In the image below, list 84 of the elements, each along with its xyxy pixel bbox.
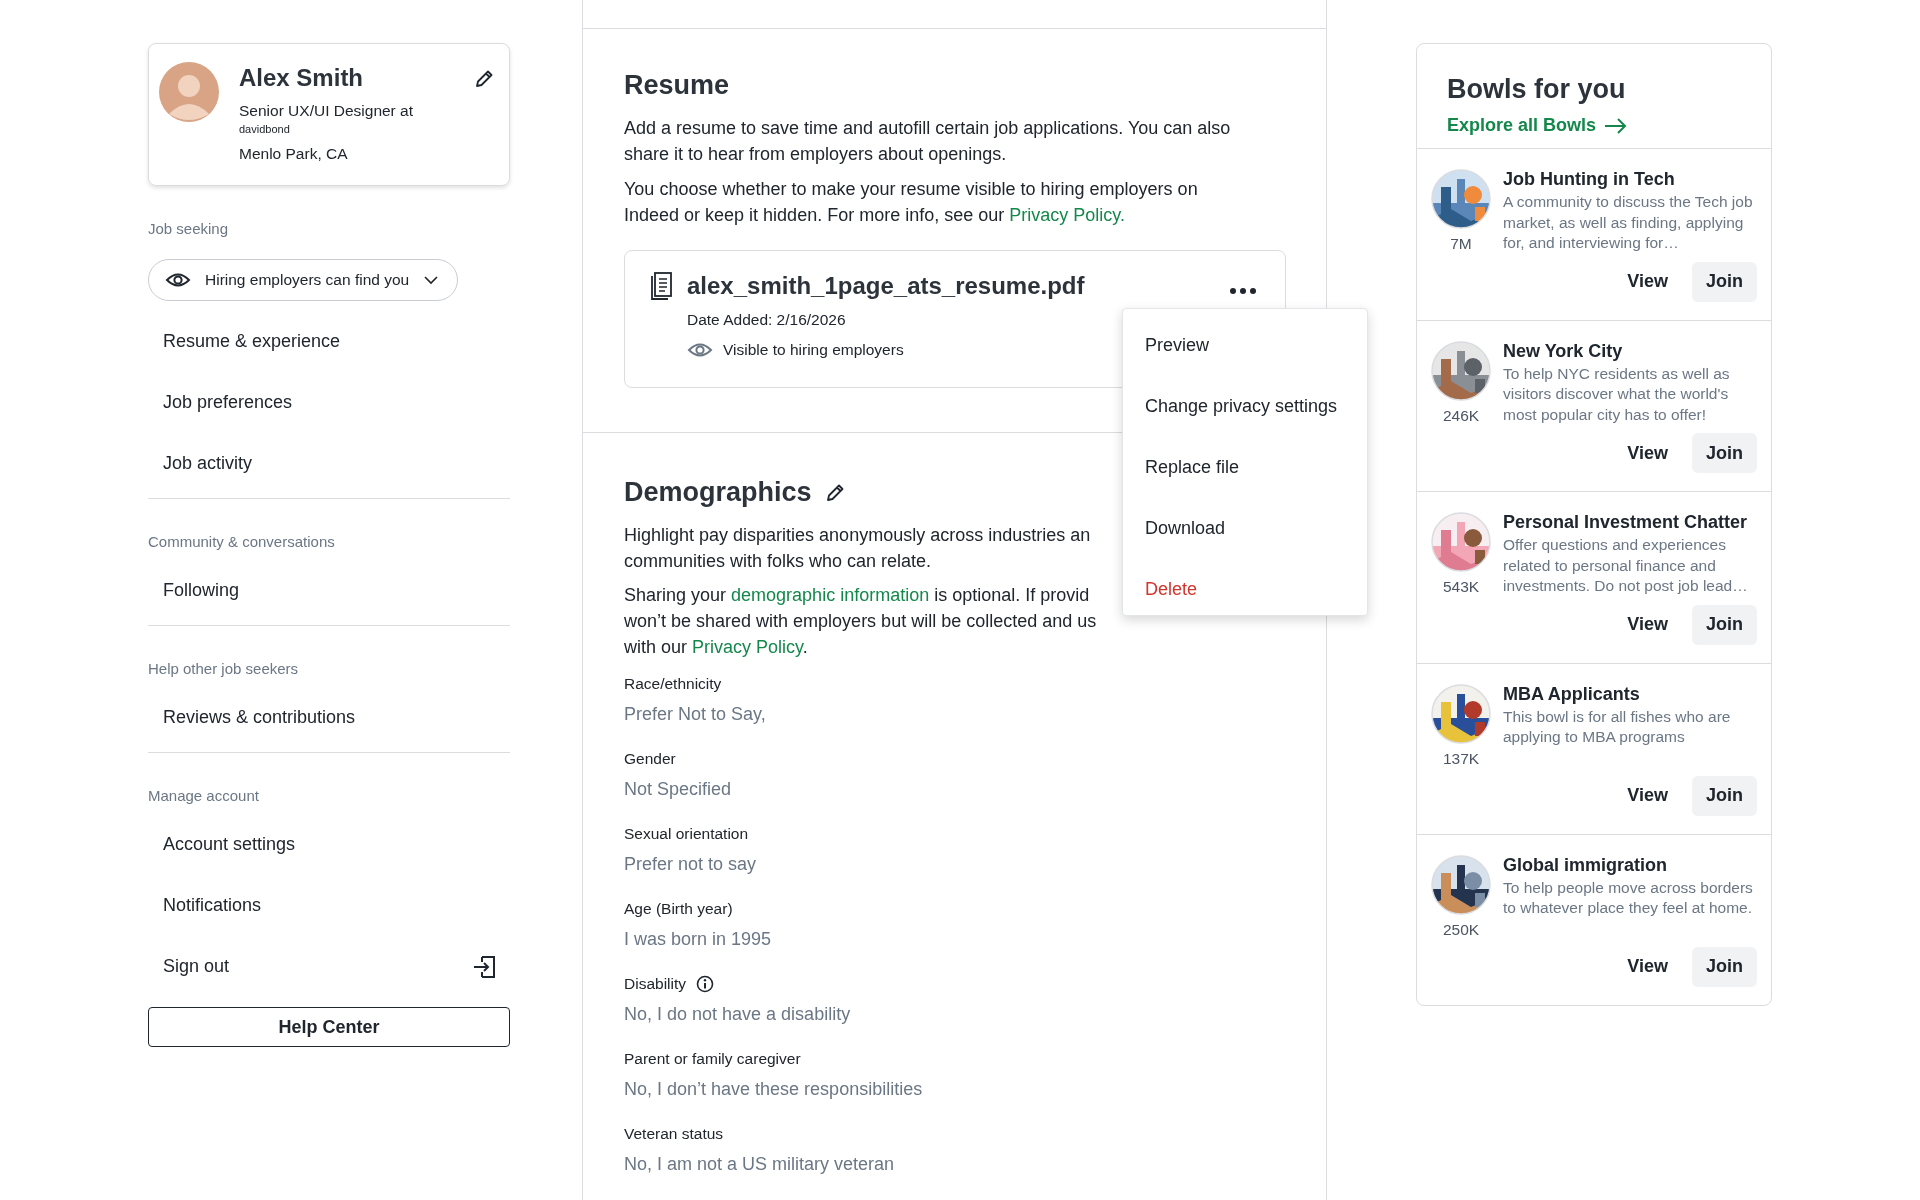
avatar [159, 62, 219, 122]
nav-link[interactable]: Job preferences [163, 392, 293, 413]
field-label: Race/ethnicity [624, 675, 722, 693]
menu-item[interactable]: Change privacy settings [1123, 376, 1367, 437]
more-options-icon[interactable] [1229, 287, 1257, 295]
bowl-name: Personal Investment Chatter [1503, 512, 1749, 533]
join-button[interactable]: Join [1692, 775, 1757, 816]
menu-item[interactable]: Replace file [1123, 437, 1367, 498]
section-heading: Help other job seekers [148, 660, 300, 677]
nav-link[interactable]: Resume & experience [163, 331, 341, 352]
view-button[interactable]: View [1613, 946, 1682, 987]
nav-link[interactable]: Following [163, 580, 240, 601]
text-link[interactable]: Privacy Policy [692, 637, 803, 657]
location-text: Menlo Park, CA [239, 145, 349, 163]
member-count: 137K [1442, 749, 1480, 768]
field-label: Parent or family caregiver [624, 1050, 801, 1068]
bowl-name: Job Hunting in Tech [1503, 169, 1676, 190]
visibility-text: Visible to hiring employers [723, 341, 904, 359]
bowl-description: To help NYC residents as well as visitors discover what the world's most popular city has to offer! [1503, 363, 1731, 425]
section-heading: Manage account [148, 787, 260, 804]
chevron-down-icon [423, 275, 440, 285]
menu-item[interactable]: Download [1123, 498, 1367, 559]
field-value: Not Specified [624, 779, 733, 800]
section-heading: Job seeking [148, 220, 230, 237]
section-heading: Community & conversations [148, 533, 336, 550]
description-text: Sharing your demographic information is optional. If provid won’t be shared with employers but will be collected and us with our Privacy Policy. [624, 584, 1097, 659]
field-value: No, I do not have a disability [624, 1004, 852, 1025]
description-text: You choose whether to make your resume visible to hiring employers on Indeed or keep it hidden. For more info, see our Privacy Policy. [624, 178, 1199, 227]
menu-item[interactable]: Preview [1123, 315, 1367, 376]
sign-out-icon[interactable] [472, 953, 498, 980]
field-label: Sexual orientation [624, 825, 749, 843]
eye-icon [165, 271, 191, 289]
view-button[interactable]: View [1613, 433, 1682, 473]
bowl-description: To help people move across borders to whatever place they feel at home. [1503, 877, 1753, 918]
view-button[interactable]: View [1613, 261, 1682, 302]
bowl-name: New York City [1503, 340, 1624, 362]
section-title: Resume [624, 70, 731, 101]
member-count: 250K [1442, 920, 1480, 939]
menu-item[interactable]: Delete [1123, 559, 1367, 620]
bowl-description: A community to discuss the Tech job market, as well as finding, applying for, and interviewing for… [1503, 192, 1753, 253]
join-button[interactable]: Join [1692, 604, 1757, 645]
job-title: Senior UX/UI Designer at [239, 102, 414, 120]
view-button[interactable]: View [1613, 604, 1682, 645]
field-label: Gender [624, 750, 676, 768]
file-name: alex_smith_1page_ats_resume.pdf [687, 272, 1085, 300]
member-count: 543K [1442, 578, 1480, 596]
card-title: Bowls for you [1447, 74, 1627, 105]
nav-link[interactable]: Job activity [163, 453, 253, 474]
eye-icon [687, 341, 713, 359]
help-center-button[interactable]: Help Center [148, 1007, 510, 1047]
company-name: davidbond [239, 123, 291, 135]
bowl-description: This bowl is for all fishes who are applying to MBA programs [1503, 706, 1732, 747]
join-button[interactable]: Join [1692, 261, 1757, 302]
field-value: Prefer not to say [624, 854, 758, 875]
arrow-right-icon [1604, 116, 1629, 135]
nav-link[interactable]: Notifications [163, 895, 262, 916]
field-label: Veteran status [624, 1125, 724, 1143]
text-link[interactable]: demographic information [731, 585, 930, 605]
sign-out-link[interactable]: Sign out [163, 956, 230, 977]
edit-icon[interactable] [473, 68, 495, 90]
field-value: Prefer Not to Say, [624, 704, 767, 725]
field-value: No, I don’t have these responsibilities [624, 1079, 924, 1100]
join-button[interactable]: Join [1692, 946, 1757, 987]
nav-link[interactable]: Account settings [163, 834, 296, 855]
document-icon [649, 271, 673, 301]
bowl-name: MBA Applicants [1503, 683, 1641, 705]
nav-link[interactable]: Reviews & contributions [163, 707, 356, 728]
explore-link[interactable]: Explore all Bowls [1447, 115, 1629, 136]
join-button[interactable]: Join [1692, 433, 1757, 473]
description-text: Add a resume to save time and autofill certain job applications. You can also share it to hear from employers about openings. [624, 117, 1232, 166]
field-value: I was born in 1995 [624, 929, 773, 950]
field-label: Age (Birth year) [624, 900, 733, 918]
field-label: Disability [624, 975, 686, 993]
description-text: Highlight pay disparities anonymously across industries an communities with folks who can relate. [624, 524, 1091, 573]
privacy-policy-link[interactable]: Privacy Policy. [1009, 205, 1125, 225]
section-title: Demographics [624, 477, 812, 508]
date-added: Date Added: 2/16/2026 [687, 311, 847, 329]
profile-name: Alex Smith [239, 64, 365, 92]
field-value: No, I am not a US military veteran [624, 1154, 896, 1175]
bowl-name: Global immigration [1503, 854, 1668, 876]
view-button[interactable]: View [1613, 775, 1682, 816]
bowl-description: Offer questions and experiences related to personal finance and investments. Do not post job lead… [1503, 535, 1749, 596]
member-count: 246K [1442, 406, 1480, 425]
member-count: 7M [1450, 235, 1472, 253]
